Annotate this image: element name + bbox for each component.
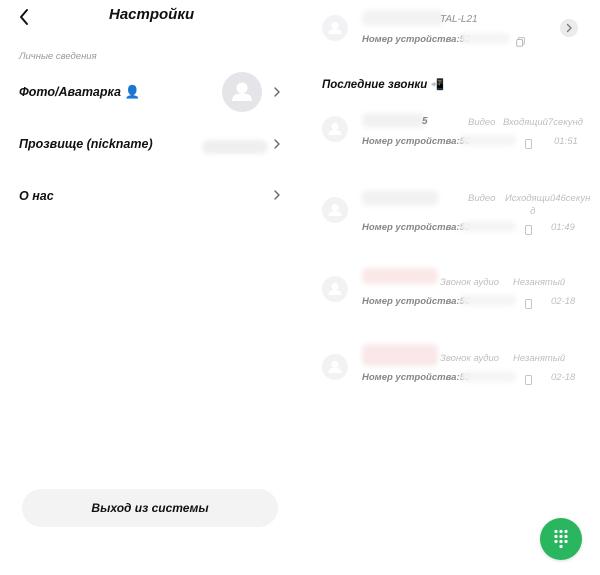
- chevron-right-icon: [566, 23, 572, 33]
- person-avatar-icon: [328, 21, 342, 34]
- nickname-value-redacted: [202, 140, 268, 154]
- chevron-right-icon: [270, 137, 284, 151]
- settings-panel: Настройки Личные сведения Фото/Аватарка …: [0, 0, 300, 575]
- call-avatar: [322, 197, 348, 223]
- person-avatar-icon: [328, 203, 342, 216]
- call-time: 01:51: [554, 136, 578, 147]
- call-device-label: Номер устройства:50: [362, 222, 471, 233]
- dialpad-icon: [554, 529, 568, 549]
- device-chevron-button[interactable]: [560, 19, 578, 37]
- call-device-number-redacted: [460, 221, 516, 232]
- device-avatar: [322, 15, 348, 41]
- phone-device-icon: [524, 296, 533, 309]
- call-device-label: Номер устройства:50: [362, 296, 471, 307]
- caller-number-redacted: [362, 268, 438, 284]
- call-type: Звонок аудио: [440, 353, 500, 364]
- recent-calls-title-text: Последние звонки: [322, 79, 428, 91]
- device-number-redacted: [460, 33, 510, 44]
- call-device-label: Номер устройства:50: [362, 372, 471, 383]
- call-type: Видео: [468, 193, 496, 204]
- devices-panel: TAL-L21 Номер устройства:50 Последние зв…: [300, 0, 600, 575]
- nickname-row-label: Прозвище (nickname): [19, 137, 153, 151]
- settings-row-photo[interactable]: Фото/Аватарка 👤: [0, 70, 300, 114]
- call-direction: Входящий7секунд: [503, 117, 583, 128]
- section-label-personal: Личные сведения: [19, 51, 97, 62]
- person-avatar-icon: [232, 82, 252, 101]
- call-type: Звонок аудио: [440, 277, 500, 288]
- photo-row-label: Фото/Аватарка 👤: [19, 85, 140, 100]
- about-row-label: О нас: [19, 189, 54, 203]
- call-avatar: [322, 276, 348, 302]
- call-time: 02-18: [551, 296, 576, 307]
- phone-device-icon: [524, 372, 533, 385]
- call-time: 02-18: [551, 372, 576, 383]
- chevron-right-icon: [270, 85, 284, 99]
- call-avatar: [322, 116, 348, 142]
- dialpad-button[interactable]: [540, 518, 582, 560]
- call-device-number-redacted: [460, 295, 516, 306]
- device-number-label: Номер устройства:50: [362, 34, 471, 45]
- call-device-number-redacted: [460, 371, 516, 382]
- call-device-label: Номер устройства:50: [362, 136, 471, 147]
- caller-number-suffix: 5: [422, 116, 428, 127]
- call-time: 01:49: [551, 222, 575, 233]
- logout-button[interactable]: Выход из системы: [22, 489, 278, 527]
- call-type: Видео: [468, 117, 496, 128]
- call-device-number-redacted: [460, 135, 516, 146]
- chevron-right-icon: [270, 188, 284, 202]
- settings-row-about[interactable]: О нас: [0, 174, 300, 218]
- caller-number-redacted: [362, 113, 426, 128]
- page-title: Настройки: [109, 6, 195, 23]
- caller-number-redacted: [362, 344, 438, 366]
- phone-device-icon: [524, 136, 533, 149]
- recent-calls-title: Последние звонки 📲: [322, 78, 444, 91]
- phone-incoming-emoji-icon: 📲: [430, 79, 445, 91]
- call-avatar: [322, 354, 348, 380]
- person-avatar-icon: [328, 360, 342, 373]
- call-direction-wrap: д: [530, 206, 536, 217]
- call-direction: Исходящий46секун: [505, 193, 591, 204]
- person-avatar-icon: [328, 282, 342, 295]
- photo-label-text: Фото/Аватарка: [19, 85, 121, 99]
- copy-icon[interactable]: [516, 34, 525, 47]
- phone-device-icon: [524, 222, 533, 235]
- device-name-redacted: [362, 10, 444, 26]
- device-model: TAL-L21: [440, 14, 478, 25]
- call-direction: Незанятый: [513, 277, 566, 288]
- back-arrow-icon: [20, 9, 28, 25]
- avatar[interactable]: [222, 72, 262, 112]
- person-emoji-icon: 👤: [124, 85, 141, 99]
- settings-row-nickname[interactable]: Прозвище (nickname): [0, 122, 300, 166]
- back-button[interactable]: [12, 4, 38, 30]
- caller-number-redacted: [362, 190, 438, 206]
- call-direction: Незанятый: [513, 353, 566, 364]
- person-avatar-icon: [328, 122, 342, 135]
